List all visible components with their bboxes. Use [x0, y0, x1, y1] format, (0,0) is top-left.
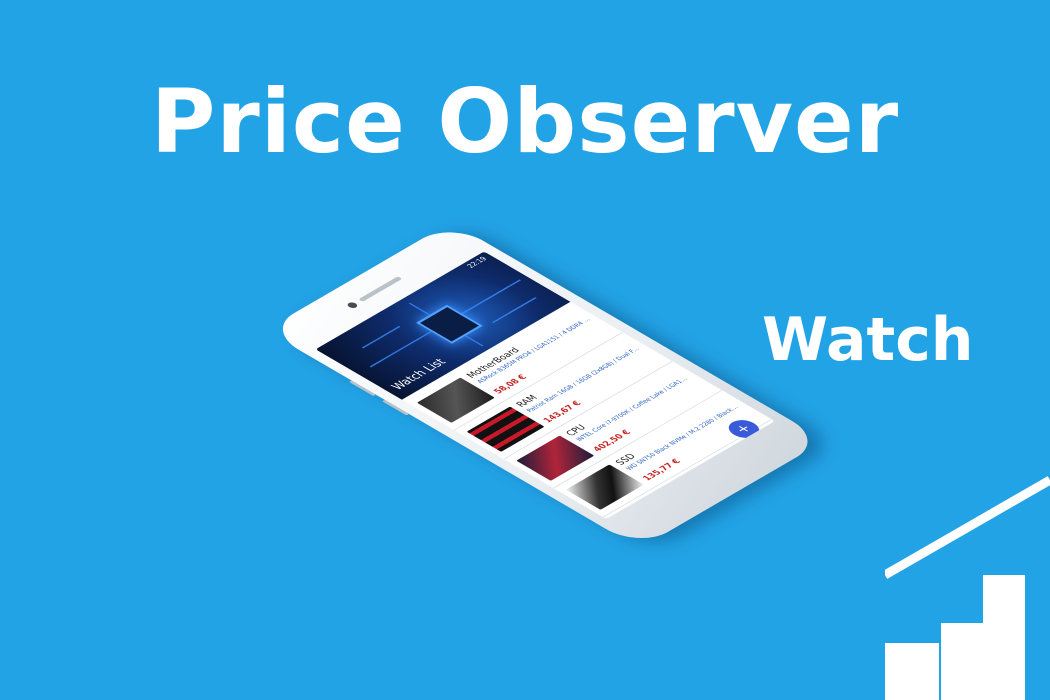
- camera-icon: [345, 301, 360, 310]
- headline: Price Observer: [150, 70, 900, 173]
- logo-bars-icon: [885, 476, 1050, 700]
- status-time: 22:19: [465, 255, 490, 270]
- tagline: Watch: [762, 305, 974, 375]
- cpu-chip-graphic: [415, 304, 483, 344]
- phone-mockup: 22:19 Watch List MotherBoard ASRock B365…: [170, 222, 826, 590]
- speaker-grille: [358, 276, 403, 302]
- phone-body: 22:19 Watch List MotherBoard ASRock B365…: [265, 222, 826, 549]
- phone-screen: 22:19 Watch List MotherBoard ASRock B365…: [315, 251, 775, 519]
